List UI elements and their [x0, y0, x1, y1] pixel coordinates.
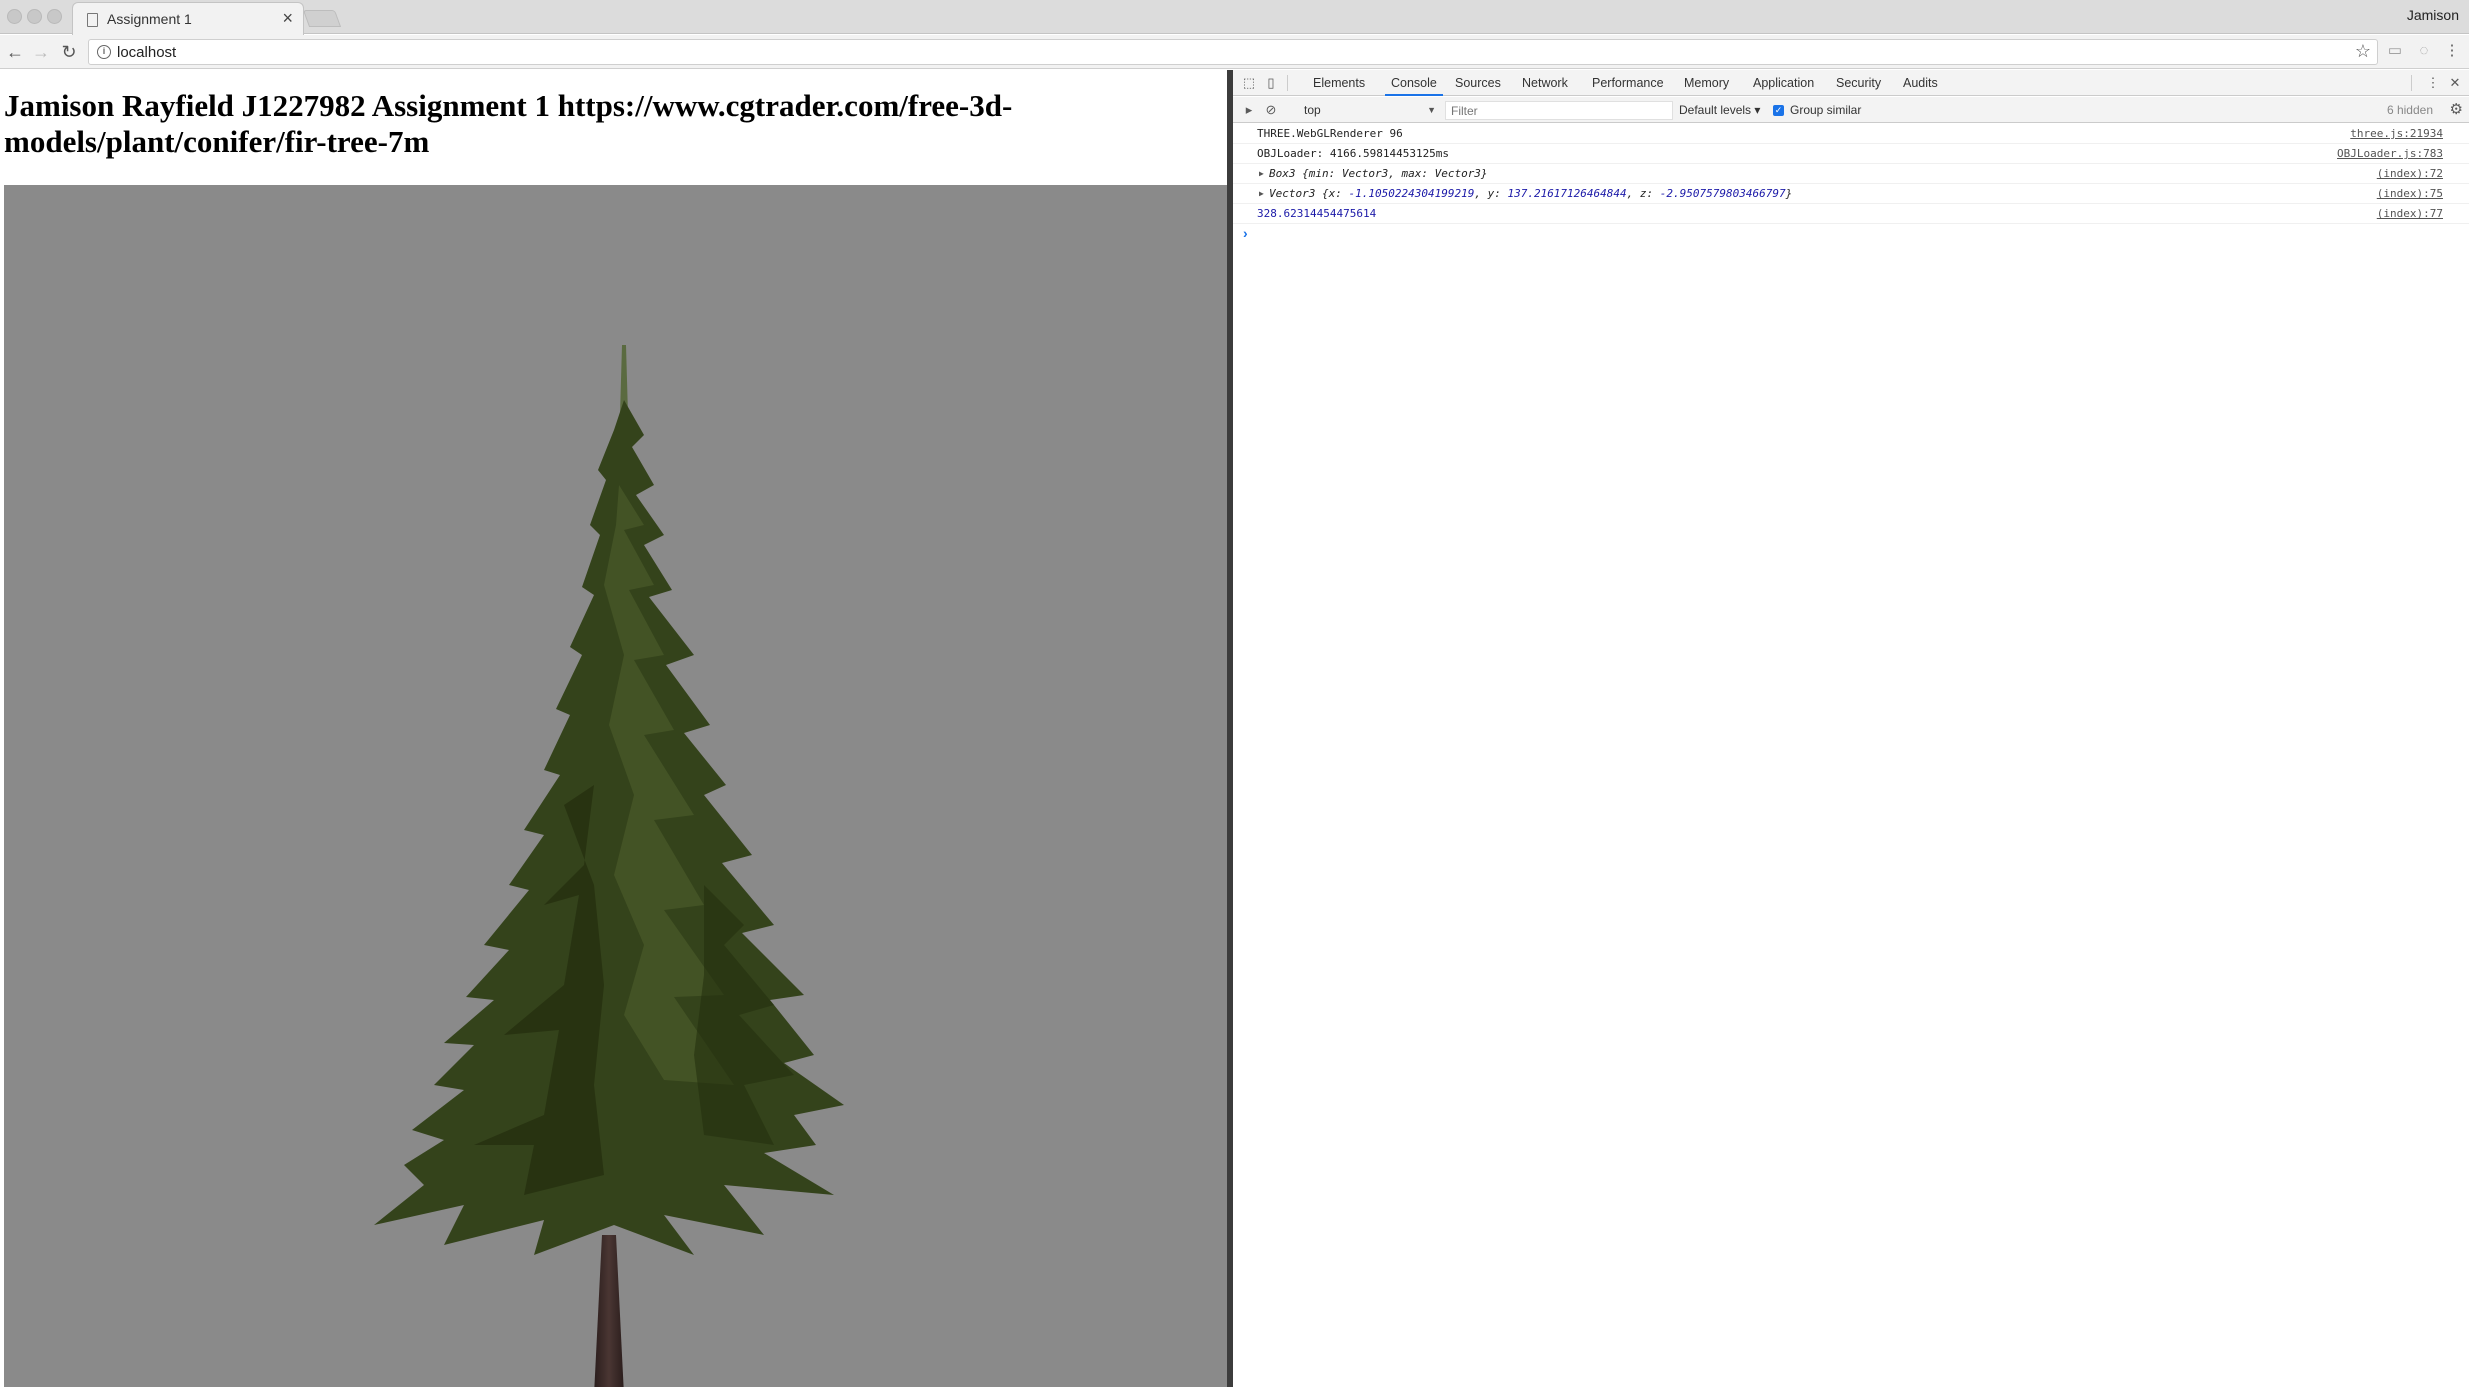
- console-row: THREE.WebGLRenderer 96 three.js:21934: [1233, 124, 2469, 144]
- vector-x-value: -1.1050224304199219: [1348, 187, 1475, 200]
- hidden-messages-count: 6 hidden: [2386, 103, 2433, 117]
- tab-audits[interactable]: Audits: [1903, 70, 1938, 96]
- prompt-caret-icon: ›: [1243, 225, 1248, 241]
- group-similar-label: Group similar: [1790, 103, 1862, 117]
- menu-kebab-icon[interactable]: ⋮: [2443, 42, 2461, 60]
- source-link[interactable]: (index):77: [2377, 204, 2443, 223]
- devtools-menu-icon[interactable]: ⋮: [2425, 75, 2441, 91]
- profile-name[interactable]: Jamison: [2407, 7, 2459, 23]
- maximize-window-button[interactable]: [47, 9, 62, 24]
- tree-trunk: [594, 1235, 624, 1387]
- object-type: Box3: [1269, 167, 1303, 180]
- toolbar-divider: [1287, 75, 1288, 91]
- page-icon: [87, 13, 98, 27]
- tab-security[interactable]: Security: [1836, 70, 1881, 96]
- dropdown-arrow-icon: ▼: [1427, 105, 1436, 115]
- console-settings-gear-icon[interactable]: ⚙: [2450, 101, 2463, 119]
- tab-close-button[interactable]: ×: [282, 9, 293, 27]
- source-link[interactable]: (index):72: [2377, 164, 2443, 183]
- tab-application[interactable]: Application: [1753, 70, 1814, 96]
- page-content: Jamison Rayfield J1227982 Assignment 1 h…: [0, 70, 1228, 1387]
- group-similar-checkbox[interactable]: ✓: [1773, 105, 1784, 116]
- tree-foliage: [374, 400, 844, 1255]
- address-bar[interactable]: i localhost ☆: [88, 39, 2378, 65]
- tab-elements[interactable]: Elements: [1313, 70, 1365, 96]
- vector-z-value: -2.9507579803466797: [1659, 187, 1786, 200]
- console-prompt[interactable]: ›: [1233, 224, 2469, 244]
- tab-memory[interactable]: Memory: [1684, 70, 1729, 96]
- source-link[interactable]: (index):75: [2377, 184, 2443, 203]
- object-summary: {min: Vector3, max: Vector3}: [1302, 167, 1488, 180]
- log-levels-dropdown[interactable]: Default levels ▾: [1679, 101, 1760, 119]
- extension-icon[interactable]: ◌: [2415, 42, 2433, 60]
- console-row: OBJLoader: 4166.59814453125ms OBJLoader.…: [1233, 144, 2469, 164]
- console-filter-input[interactable]: [1445, 101, 1673, 120]
- clear-console-icon[interactable]: ⊘: [1263, 102, 1279, 118]
- source-link[interactable]: OBJLoader.js:783: [2337, 144, 2443, 163]
- back-arrow-icon[interactable]: ←: [4, 41, 26, 63]
- device-toolbar-icon[interactable]: ▯: [1263, 75, 1279, 91]
- context-value: top: [1304, 103, 1321, 117]
- cast-icon[interactable]: ▭: [2386, 42, 2404, 60]
- console-object-preview[interactable]: Vector3 {x: -1.1050224304199219, y: 137.…: [1269, 184, 1792, 203]
- toolbar-divider: [2411, 75, 2412, 91]
- browser-tab[interactable]: Assignment 1 ×: [72, 2, 304, 35]
- source-link[interactable]: three.js:21934: [2350, 124, 2443, 143]
- console-row[interactable]: ▶ Vector3 {x: -1.1050224304199219, y: 13…: [1233, 184, 2469, 204]
- close-window-button[interactable]: [7, 9, 22, 24]
- forward-arrow-icon[interactable]: →: [30, 41, 52, 63]
- bookmark-star-icon[interactable]: ☆: [2355, 41, 2371, 62]
- sidebar-toggle-icon[interactable]: ▸: [1241, 102, 1257, 118]
- console-message: THREE.WebGLRenderer 96: [1257, 127, 1403, 140]
- tab-sources[interactable]: Sources: [1455, 70, 1501, 96]
- tab-strip: Assignment 1 × Jamison: [0, 0, 2469, 35]
- console-row: 328.62314454475614 (index):77: [1233, 204, 2469, 224]
- devtools-panel: ⬚ ▯ Elements Console Sources Network Per…: [1233, 70, 2469, 1387]
- console-messages: THREE.WebGLRenderer 96 three.js:21934 OB…: [1233, 124, 2469, 244]
- minimize-window-button[interactable]: [27, 9, 42, 24]
- console-row[interactable]: ▶ Box3 {min: Vector3, max: Vector3} (ind…: [1233, 164, 2469, 184]
- tab-network[interactable]: Network: [1522, 70, 1568, 96]
- inspect-element-icon[interactable]: ⬚: [1241, 75, 1257, 91]
- url-text[interactable]: localhost: [117, 44, 176, 61]
- console-toolbar: ▸ ⊘ top ▼ Default levels ▾ ✓ Group simil…: [1233, 97, 2469, 123]
- expand-triangle-icon[interactable]: ▶: [1259, 184, 1264, 203]
- tab-console[interactable]: Console: [1385, 70, 1443, 96]
- reload-icon[interactable]: ↻: [58, 41, 80, 63]
- page-title: Jamison Rayfield J1227982 Assignment 1 h…: [4, 88, 1013, 159]
- console-message: OBJLoader: 4166.59814453125ms: [1257, 147, 1450, 160]
- close-devtools-icon[interactable]: ✕: [2447, 75, 2463, 91]
- tab-title: Assignment 1: [107, 11, 192, 27]
- webgl-canvas[interactable]: [4, 185, 1228, 1387]
- vector-y-value: 137.21617126464844: [1507, 187, 1627, 200]
- context-selector[interactable]: top ▼: [1300, 101, 1440, 119]
- info-icon[interactable]: i: [97, 45, 111, 59]
- console-object-preview[interactable]: Box3 {min: Vector3, max: Vector3}: [1269, 164, 1488, 183]
- expand-triangle-icon[interactable]: ▶: [1259, 164, 1264, 183]
- devtools-tab-bar: ⬚ ▯ Elements Console Sources Network Per…: [1233, 70, 2469, 96]
- fir-tree-render: [374, 345, 844, 1387]
- object-type: Vector3: [1269, 187, 1322, 200]
- tab-performance[interactable]: Performance: [1592, 70, 1664, 96]
- console-message: 328.62314454475614: [1257, 207, 1377, 220]
- browser-toolbar: ← → ↻ i localhost ☆ ▭ ◌ ⋮: [0, 35, 2469, 69]
- new-tab-button[interactable]: [302, 10, 342, 27]
